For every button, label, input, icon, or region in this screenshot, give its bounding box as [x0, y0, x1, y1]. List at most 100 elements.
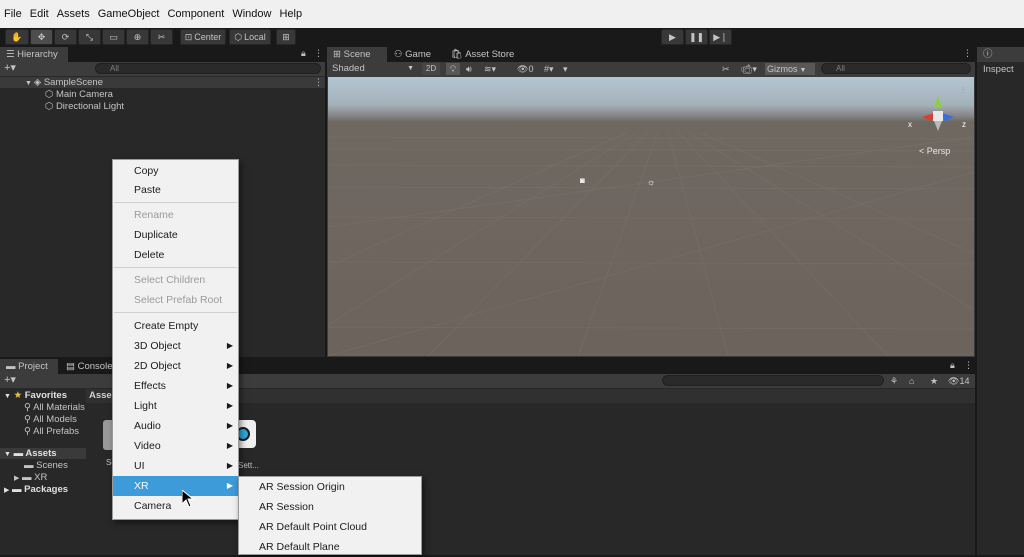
transform-tool-icon[interactable]: ⊕ [126, 29, 149, 45]
gameobject-icon: ⬡ [45, 101, 56, 112]
menu-item-paste[interactable]: Paste [113, 180, 238, 200]
add-create-icon[interactable]: +▾ [4, 374, 16, 387]
submenu-arrow-icon: ▶ [226, 401, 233, 410]
menu-gameobject[interactable]: GameObject [98, 8, 160, 20]
scene-options-icon[interactable]: ⋮ [314, 77, 323, 88]
lock-icon[interactable]: 🔒︎ [301, 48, 306, 59]
hierarchy-item-directional-light[interactable]: ⬡ Directional Light [45, 101, 124, 112]
submenu-item-ar-default-point-cloud[interactable]: AR Default Point Cloud [239, 517, 421, 537]
submenu-item-ar-default-plane[interactable]: AR Default Plane [239, 537, 421, 557]
hand-tool-icon[interactable]: ✋ [5, 29, 29, 45]
pivot-center-button[interactable]: ⊡ Center [180, 29, 226, 45]
scene-viewport[interactable]: ◙ ☼ x z < Persp ⋮ [328, 77, 974, 356]
pause-button[interactable]: ❚❚ [685, 29, 708, 45]
more-options-icon[interactable]: ⋮ [314, 48, 323, 59]
scene-view-options-icon[interactable]: ⋮ [959, 85, 967, 94]
folder-xr[interactable]: ▶ ▬ XR [14, 472, 47, 483]
expand-arrow-icon: ▼ [25, 80, 34, 87]
audio-toggle-icon[interactable]: 🔊︎ [466, 62, 472, 76]
persp-label[interactable]: < Persp [919, 146, 950, 156]
tab-hierarchy[interactable]: ☰ Hierarchy [0, 47, 68, 62]
rotate-tool-icon[interactable]: ⟳ [54, 29, 77, 45]
menu-item-audio[interactable]: Audio ▶ [113, 416, 238, 436]
menu-edit[interactable]: Edit [30, 8, 49, 20]
submenu-arrow-icon: ▶ [226, 381, 233, 390]
more-options-icon[interactable]: ⋮ [964, 360, 973, 371]
more-options-icon[interactable]: ⋮ [963, 48, 972, 59]
effects-dropdown-icon[interactable]: ≋▾ [484, 62, 496, 76]
tab-inspector-label: Inspect [983, 64, 1014, 75]
menu-item-3d-object[interactable]: 3D Object ▶ [113, 336, 238, 356]
menu-file[interactable]: File [4, 8, 22, 20]
menu-item-delete[interactable]: Delete [113, 245, 238, 265]
tab-game[interactable]: ⚇ Game [388, 47, 444, 62]
menu-item-label: Copy [134, 165, 159, 177]
camera-gizmo-icon[interactable]: ◙ [580, 176, 585, 185]
gizmos-dropdown[interactable]: Gizmos ▼ [765, 63, 815, 75]
hierarchy-search-input[interactable]: All [95, 63, 321, 74]
menu-item-create-empty[interactable]: Create Empty [113, 316, 238, 336]
menu-component[interactable]: Component [167, 8, 224, 20]
hierarchy-item-main-camera[interactable]: ⬡ Main Camera [45, 89, 113, 100]
tab-scene[interactable]: ⊞ Scene [327, 47, 387, 62]
menu-item-ui[interactable]: UI ▶ [113, 456, 238, 476]
grid-snap-icon[interactable]: ⊞ [276, 29, 296, 45]
space-local-button[interactable]: ⬡ Local [229, 29, 271, 45]
project-search-input[interactable] [662, 375, 884, 386]
folder-scenes[interactable]: ▬ Scenes [24, 460, 68, 471]
custom-tool-icon[interactable]: ✂ [150, 29, 173, 45]
search-by-label-icon[interactable]: ⌂ [909, 374, 914, 388]
hidden-objects-toggle[interactable]: 👁︎0 [517, 62, 533, 76]
scene-root-item[interactable]: ▼ ◈ SampleScene [25, 77, 103, 88]
packages-folder-label: Packages [24, 484, 69, 495]
overflow-dropdown-icon[interactable]: ▾ [563, 62, 568, 76]
favorite-item-prefabs[interactable]: ⚲ All Prefabs [24, 426, 79, 437]
scale-tool-icon[interactable]: ⤡ [78, 29, 101, 45]
orientation-gizmo[interactable]: x z [908, 91, 968, 137]
tab-inspector[interactable]: ⓘ Inspect [977, 47, 1024, 75]
play-button[interactable]: ▶ [661, 29, 684, 45]
assets-folder[interactable]: ▼ ▬ Assets [4, 448, 57, 459]
2d-toggle-button[interactable]: 2D [422, 63, 440, 75]
menu-help[interactable]: Help [279, 8, 302, 20]
scene-search-input[interactable]: All [821, 63, 971, 74]
search-by-type-icon[interactable]: ⚘ [890, 374, 898, 388]
menu-item-label: Select Prefab Root [134, 294, 223, 306]
favorite-item-models[interactable]: ⚲ All Models [24, 414, 77, 425]
submenu-item-ar-session-origin[interactable]: AR Session Origin [239, 477, 421, 497]
menu-item-xr[interactable]: XR ▶ [113, 476, 238, 496]
lighting-toggle-icon[interactable]: 💡︎ [446, 63, 460, 75]
tab-console[interactable]: ▤ Console [60, 359, 120, 374]
favorites-header[interactable]: ▼ ★ Favorites [4, 390, 67, 401]
breadcrumb[interactable]: Asse [89, 390, 112, 401]
lock-icon[interactable]: 🔒︎ [950, 360, 955, 371]
menu-item-2d-object[interactable]: 2D Object ▶ [113, 356, 238, 376]
menu-assets[interactable]: Assets [57, 8, 90, 20]
menu-item-light[interactable]: Light ▶ [113, 396, 238, 416]
step-button[interactable]: ▶❘ [709, 29, 732, 45]
menu-item-duplicate[interactable]: Duplicate [113, 225, 238, 245]
shading-mode-dropdown[interactable]: Shaded ▼ [330, 62, 416, 76]
menu-window[interactable]: Window [232, 8, 271, 20]
chevron-down-icon: ▼ [407, 65, 414, 72]
grid-toggle-icon[interactable]: #▾ [544, 62, 554, 76]
favorite-star-icon[interactable]: ★ [930, 374, 938, 388]
submenu-item-ar-session[interactable]: AR Session [239, 497, 421, 517]
scene-name: SampleScene [43, 77, 103, 88]
menu-item-video[interactable]: Video ▶ [113, 436, 238, 456]
tab-asset-store[interactable]: 🛍︎ Asset Store [445, 47, 521, 62]
light-gizmo-icon[interactable]: ☼ [647, 177, 655, 187]
menu-item-copy[interactable]: Copy [113, 161, 238, 181]
menu-item-effects[interactable]: Effects ▶ [113, 376, 238, 396]
tools-icon[interactable]: ✂ [722, 62, 730, 76]
packages-folder[interactable]: ▶ ▬ Packages [4, 484, 68, 495]
add-create-icon[interactable]: +▾ [4, 62, 16, 75]
camera-dropdown-icon[interactable]: 📹︎▾ [741, 62, 757, 76]
menu-item-camera[interactable]: Camera [113, 496, 238, 516]
move-tool-icon[interactable]: ✥ [30, 29, 53, 45]
menu-separator [114, 202, 237, 203]
tab-project[interactable]: ▬ Project [0, 359, 58, 374]
rect-tool-icon[interactable]: ▭ [102, 29, 125, 45]
favorite-item-materials[interactable]: ⚲ All Materials [24, 402, 85, 413]
hidden-packages-toggle[interactable]: 👁︎14 [948, 374, 969, 388]
